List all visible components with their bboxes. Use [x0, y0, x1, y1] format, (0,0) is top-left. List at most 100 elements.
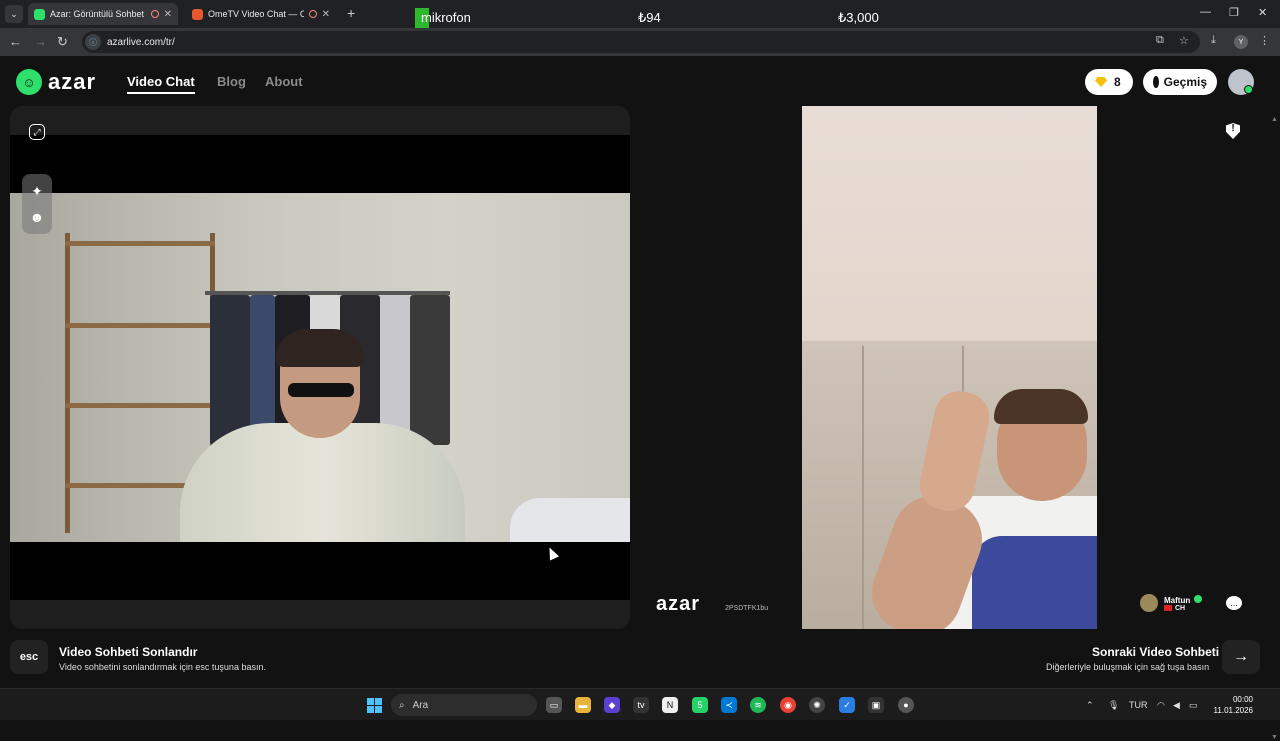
history-label: Geçmiş	[1163, 75, 1207, 89]
taskbar-time[interactable]: 00:00	[1213, 695, 1253, 704]
nav-video-chat[interactable]: Video Chat	[127, 74, 195, 94]
browser-profile-avatar[interactable]: Y	[1234, 35, 1248, 49]
next-chat-hint: Diğerleriyle buluşmak için sağ tuşa bası…	[1046, 662, 1210, 672]
reload-icon[interactable]: ↻	[57, 34, 68, 50]
local-video-panel: ⤢ ✦ ☻	[10, 106, 630, 629]
sparkle-effects-icon[interactable]: ✦	[23, 178, 51, 204]
notion-icon[interactable]: N	[662, 697, 678, 713]
tray-overflow-icon[interactable]: ⌃	[1086, 700, 1094, 711]
peer-info[interactable]: Maftun CH	[1140, 594, 1203, 612]
browser-menu-icon[interactable]: ⋮	[1259, 34, 1270, 47]
browser-tab-bar: ⌄ Azar: Görüntülü Sohbet & Y ✕ OmeTV Vid…	[0, 0, 1280, 28]
volume-icon[interactable]: ◀	[1173, 700, 1180, 711]
minimize-icon[interactable]: —	[1200, 6, 1211, 18]
close-tab-icon[interactable]: ✕	[164, 9, 172, 20]
maximize-icon[interactable]: ❐	[1229, 6, 1239, 19]
windows-start-icon[interactable]	[367, 698, 382, 713]
nav-about[interactable]: About	[265, 74, 303, 89]
local-video-feed	[10, 193, 630, 542]
wifi-icon[interactable]: ◠	[1157, 700, 1165, 711]
azar-app: ☺ azar Video Chat Blog About 8 Geçmiş ⤢ …	[0, 56, 1280, 741]
face-filter-icon[interactable]: ☻	[23, 204, 51, 230]
tab-azar[interactable]: Azar: Görüntülü Sohbet & Y ✕	[28, 3, 178, 25]
whatsapp-badge: 5	[697, 700, 703, 710]
hanging-clothes	[380, 295, 410, 445]
taskbar-search[interactable]: ⌕ Ara	[391, 694, 537, 716]
end-chat-title: Video Sohbeti Sonlandır	[59, 645, 198, 659]
bed	[510, 498, 630, 542]
online-status-dot	[1244, 85, 1253, 94]
verified-icon	[1194, 594, 1203, 603]
windows-taskbar: ⌕ Ara ▭ ▬ ◆ tv N 5 ≺ ≋ ◉ ✺ ✓ ▣ ● ⌃ 🎙 TUR…	[0, 688, 1280, 720]
app-box-icon[interactable]: ▣	[868, 697, 884, 713]
scroll-up-arrow[interactable]: ▲	[1271, 116, 1278, 123]
task-view-icon[interactable]: ▭	[546, 697, 562, 713]
next-arrow-button[interactable]: →	[1222, 640, 1260, 674]
download-icon[interactable]: ⤓	[1211, 34, 1216, 47]
url-field[interactable]: ⓘ azarlive.com/tr/	[82, 31, 1200, 53]
mic-tray-icon[interactable]: 🎙	[1108, 700, 1119, 711]
recording-icon	[308, 10, 317, 18]
peer-avatar	[1140, 594, 1158, 612]
vscode-icon[interactable]: ≺	[721, 697, 737, 713]
close-window-icon[interactable]: ✕	[1258, 6, 1267, 19]
recorder-icon[interactable]: ●	[898, 697, 914, 713]
nav-blog[interactable]: Blog	[217, 74, 246, 89]
report-shield-icon[interactable]: !	[1226, 123, 1240, 139]
local-person-shirt	[180, 423, 465, 542]
azar-watermark: azar	[656, 593, 701, 615]
recording-icon	[150, 10, 159, 18]
bookmark-star-icon[interactable]: ☆	[1179, 34, 1189, 47]
azar-logo[interactable]: ☺ azar	[16, 69, 96, 95]
stat-value-2: ₺3,000	[838, 10, 879, 25]
chrome-icon[interactable]: ◉	[780, 697, 796, 713]
site-info-icon[interactable]: ⓘ	[85, 34, 101, 50]
stat-value-1: ₺94	[638, 10, 661, 25]
gems-button[interactable]: 8	[1085, 69, 1133, 95]
tab-search-button[interactable]: ⌄	[5, 5, 23, 23]
wardrobe-seam	[862, 346, 864, 629]
apple-tv-icon[interactable]: tv	[633, 697, 649, 713]
search-icon: ⌕	[399, 699, 405, 711]
cast-icon[interactable]: ⧉	[1156, 34, 1164, 47]
shelf	[65, 323, 215, 328]
tab-title: Azar: Görüntülü Sohbet & Y	[50, 9, 146, 19]
azar-logo-icon: ☺	[16, 69, 42, 95]
file-explorer-icon[interactable]: ▬	[575, 697, 591, 713]
back-icon[interactable]: ←	[9, 34, 22, 49]
app-icon[interactable]: ◆	[604, 697, 620, 713]
battery-icon[interactable]: ▭	[1189, 700, 1198, 711]
address-bar-row: ← → ↻ ⓘ azarlive.com/tr/ ⧉ ☆ ⤓ ⋮	[0, 28, 1280, 56]
forward-icon[interactable]: →	[34, 34, 47, 49]
url-text: azarlive.com/tr/	[107, 36, 175, 48]
remote-video-feed	[802, 106, 1097, 629]
ometv-favicon-icon	[192, 8, 203, 20]
new-tab-button[interactable]: +	[347, 5, 355, 21]
expand-icon[interactable]: ⤢	[29, 124, 45, 140]
tab-ometv[interactable]: OmeTV Video Chat — Ome ✕	[186, 3, 336, 25]
chat-bubble-icon[interactable]: …	[1226, 596, 1242, 610]
hanging-clothes	[410, 295, 450, 445]
history-button[interactable]: Geçmiş	[1143, 69, 1217, 95]
gem-count: 8	[1114, 75, 1121, 89]
close-tab-icon[interactable]: ✕	[322, 9, 330, 20]
video-tools: ⤢ ✦ ☻	[22, 118, 52, 234]
azar-favicon-icon	[34, 8, 45, 20]
tab-title: OmeTV Video Chat — Ome	[208, 9, 304, 19]
shelf	[65, 241, 215, 246]
next-chat-title: Sonraki Video Sohbeti	[1092, 645, 1220, 659]
remote-video-panel: ! azar 2PSDTFK1bu Maftun CH …	[640, 106, 1270, 629]
chatgpt-icon[interactable]: ✺	[809, 697, 825, 713]
todo-icon[interactable]: ✓	[839, 697, 855, 713]
taskbar-date[interactable]: 11.01.2026	[1205, 706, 1253, 715]
clock-icon	[1153, 76, 1159, 88]
esc-key-button[interactable]: esc	[10, 640, 48, 674]
whatsapp-icon[interactable]: 5	[692, 697, 708, 713]
hanging-clothes	[210, 295, 250, 445]
spotify-icon[interactable]: ≋	[750, 697, 766, 713]
scroll-down-arrow[interactable]: ▼	[1271, 734, 1278, 741]
sunglasses	[288, 383, 354, 397]
remote-person-jacket	[972, 536, 1097, 629]
language-indicator[interactable]: TUR	[1129, 700, 1148, 710]
peer-country: CH	[1175, 604, 1186, 612]
